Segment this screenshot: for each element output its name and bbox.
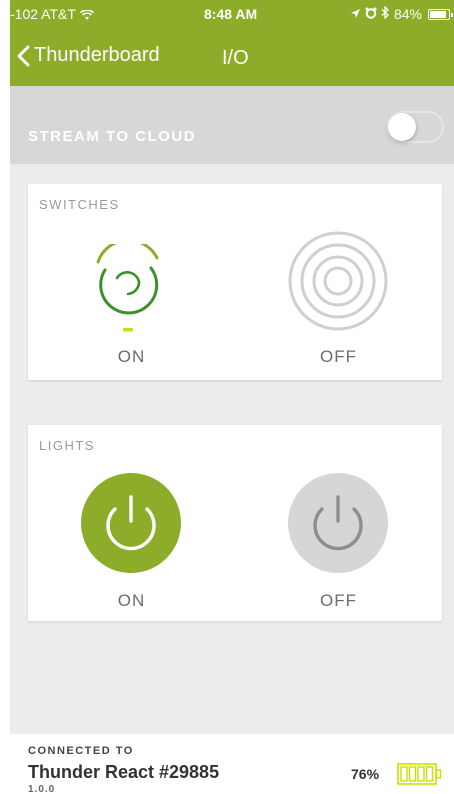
switches-card: SWITCHES ON OFF [28,184,442,380]
page-title: I/O [222,47,249,69]
concentric-rings-icon [288,231,388,331]
back-label: Thunderboard [34,44,160,66]
light-left: ON [28,425,235,621]
switch-left: ON [28,184,235,380]
location-arrow-icon [350,6,361,22]
wifi-icon [79,6,94,22]
light-right: OFF [235,425,442,621]
spinner-ring-icon [96,244,159,332]
carrier-label: -102 AT&T [10,6,94,22]
top-bar: -102 AT&T 8:48 AM 84% Thunderboard I/O [10,0,454,86]
stream-toggle[interactable] [386,111,444,143]
light-off-label: OFF [320,591,357,610]
stream-to-cloud-row: STREAM TO CLOUD [10,86,454,164]
battery-icon [397,763,442,785]
power-icon[interactable] [288,473,388,573]
stream-label: STREAM TO CLOUD [28,128,197,145]
connected-to-label: CONNECTED TO [28,745,134,757]
light-on-label: ON [117,591,146,610]
switch-off-label: OFF [320,347,357,366]
alarm-icon [365,6,377,22]
back-button[interactable]: Thunderboard [16,44,160,67]
switch-on-label: ON [117,347,146,366]
toggle-knob [388,113,416,141]
lights-card: LIGHTS ON OFF [28,425,442,621]
power-icon[interactable] [81,473,181,573]
battery-percent-text: 84% [393,6,422,22]
battery-icon [428,8,453,20]
firmware-version: 1.0.0 [28,784,56,794]
chevron-left-icon [16,45,30,67]
device-battery-percent: 76% [351,766,380,782]
bluetooth-icon [381,5,390,22]
connection-footer: CONNECTED TO Thunder React #29885 1.0.0 … [10,734,454,794]
device-name: Thunder React #29885 [28,762,220,782]
app-screen: -102 AT&T 8:48 AM 84% Thunderboard I/O S… [10,0,454,794]
switch-right: OFF [235,184,442,380]
status-bar: -102 AT&T 8:48 AM 84% [10,5,454,26]
navigation-bar: Thunderboard I/O [10,44,454,78]
status-right: 84% [350,5,453,22]
carrier-text: -102 AT&T [10,6,76,22]
clock: 8:48 AM [204,6,258,22]
